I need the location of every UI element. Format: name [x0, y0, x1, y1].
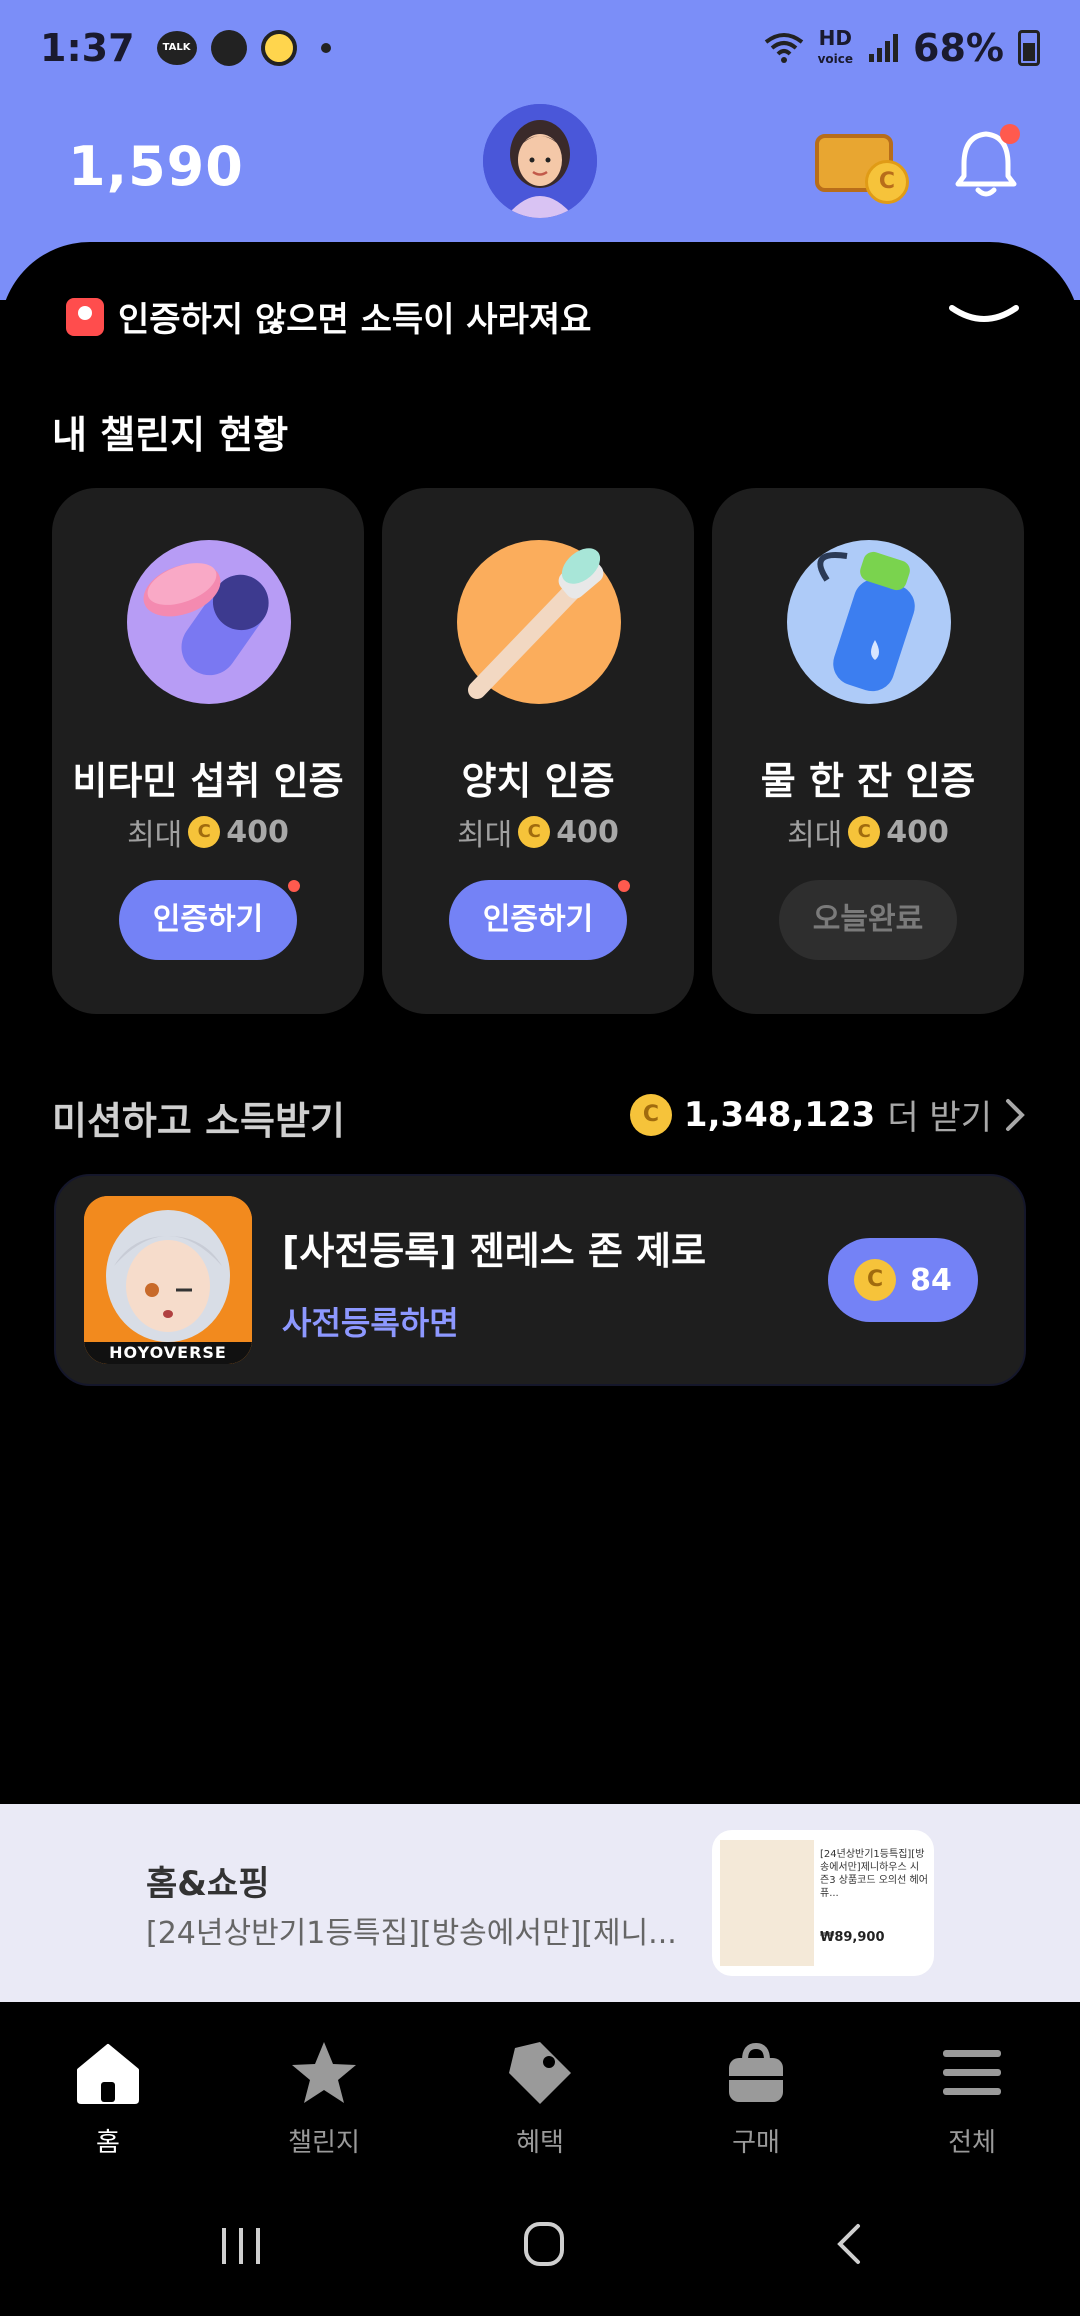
menu-icon — [943, 2050, 1001, 2095]
battery-icon — [1018, 30, 1040, 66]
status-notification-icons: TALK — [156, 22, 331, 74]
challenge-title: 양치 인증 — [461, 759, 615, 803]
coin-icon: C — [848, 816, 881, 848]
status-right-icons: HD voice 68% — [764, 26, 1040, 70]
alert-text: 인증하지 않으면 소득이 사라져요 — [118, 300, 592, 340]
toothbrush-icon — [457, 540, 621, 704]
brand-label: HOYOVERSE — [109, 1343, 227, 1362]
coin-icon: C — [188, 816, 221, 848]
kakaotalk-icon: TALK — [156, 31, 197, 65]
status-bar: 1:37 TALK HD voice 68% — [0, 0, 1080, 96]
more-label: 더 받기 — [887, 1098, 992, 1138]
challenge-reward: 최대 C 400 — [712, 810, 1024, 854]
coin-icon: C — [865, 160, 909, 204]
nav-home[interactable]: 홈 — [0, 2002, 216, 2178]
nav-benefits[interactable]: 혜택 — [432, 2002, 648, 2178]
notification-dot — [1000, 124, 1020, 144]
bottom-navigation: 홈 챌린지 혜택 구매 전체 — [0, 2002, 1080, 2178]
nav-label: 구매 — [732, 2128, 780, 2158]
nav-label: 혜택 — [516, 2128, 564, 2158]
reward-prefix: 최대 — [127, 818, 183, 853]
mission-total-amount: 1,348,123 — [683, 1094, 876, 1135]
avatar-illustration-icon — [483, 104, 597, 218]
bag-icon — [729, 2042, 783, 2102]
voice-label: voice — [817, 51, 854, 66]
chevron-right-icon — [1006, 1098, 1025, 1131]
star-icon — [292, 2042, 356, 2103]
mission-name: [사전등록] 젠레스 존 제로 — [282, 1229, 707, 1273]
reward-amount: 400 — [556, 814, 619, 850]
notifications-button[interactable] — [952, 124, 1020, 200]
mission-total-link[interactable]: C 1,348,123 더 받기 — [629, 1090, 1028, 1139]
back-icon[interactable] — [834, 2222, 864, 2266]
reward-amount: 400 — [886, 814, 949, 850]
new-indicator-dot — [288, 880, 300, 892]
points-balance[interactable]: 1,590 — [68, 135, 244, 198]
reward-prefix: 최대 — [787, 818, 843, 853]
signal-icon — [869, 34, 899, 62]
battery-percent: 68% — [913, 26, 1004, 70]
game-character-image — [84, 1196, 252, 1364]
mission-subtitle: 사전등록하면 — [282, 1304, 459, 1342]
challenge-card-brushing[interactable]: 양치 인증 최대 C 400 인증하기 — [382, 488, 694, 1014]
verification-alert[interactable]: 인증하지 않으면 소득이 사라져요 — [66, 292, 591, 341]
mission-reward-button[interactable]: C 84 — [828, 1238, 978, 1322]
game-thumbnail: HOYOVERSE — [84, 1196, 252, 1364]
system-navigation-bar — [0, 2178, 1080, 2316]
more-notifications-dot-icon — [320, 43, 331, 53]
ad-product-thumbnail: [24년상반기1등특집][방송에서만]제니하우스 시즌3 상품코드 오의선 헤어… — [712, 1830, 934, 1976]
ad-description: [24년상반기1등특집][방송에서만][제니... — [146, 1916, 677, 1951]
verify-button[interactable]: 인증하기 — [449, 880, 627, 960]
home-icon — [77, 2044, 139, 2104]
challenge-title: 비타민 섭취 인증 — [72, 759, 344, 803]
pill-app-icon — [203, 22, 254, 74]
wifi-icon — [764, 33, 803, 63]
reward-prefix: 최대 — [457, 818, 513, 853]
challenge-card-vitamin[interactable]: 비타민 섭취 인증 최대 C 400 인증하기 — [52, 488, 364, 1014]
coin-icon: C — [518, 816, 551, 848]
treasure-chest-button[interactable]: C — [815, 124, 909, 204]
nav-label: 챌린지 — [288, 2128, 360, 2158]
ad-thumb-text: [24년상반기1등특집][방송에서만]제니하우스 시즌3 상품코드 오의선 헤어… — [820, 1849, 928, 1899]
challenge-section-title: 내 챌린지 현황 — [52, 413, 289, 457]
nav-challenge[interactable]: 챌린지 — [216, 2002, 432, 2178]
chevron-down-icon[interactable] — [948, 300, 1020, 336]
nav-label: 홈 — [96, 2128, 120, 2158]
ad-banner[interactable]: 홈&쇼핑 [24년상반기1등특집][방송에서만][제니... [24년상반기1등… — [0, 1804, 1080, 2002]
mission-item[interactable]: HOYOVERSE [사전등록] 젠레스 존 제로 사전등록하면 C 84 — [54, 1174, 1026, 1386]
siren-icon — [66, 297, 104, 336]
completed-today-button[interactable]: 오늘완료 — [779, 880, 957, 960]
ad-title: 홈&쇼핑 — [146, 1864, 270, 1904]
vitamin-pill-icon — [127, 540, 291, 704]
coin-icon: C — [629, 1093, 672, 1136]
nav-purchase[interactable]: 구매 — [648, 2002, 864, 2178]
verify-button[interactable]: 인증하기 — [119, 880, 297, 960]
home-circle-icon[interactable] — [522, 2220, 566, 2268]
ad-thumb-price: ₩89,900 — [820, 1930, 885, 1945]
reward-amount: 400 — [226, 814, 289, 850]
hd-label: HD — [818, 25, 852, 50]
profile-avatar[interactable] — [483, 104, 597, 218]
main-sheet — [0, 242, 1080, 1802]
water-bottle-icon — [787, 540, 951, 704]
mission-reward-amount: 84 — [910, 1262, 952, 1298]
pill-app-icon-2 — [253, 22, 304, 74]
challenge-card-water[interactable]: 물 한 잔 인증 최대 C 400 오늘완료 — [712, 488, 1024, 1014]
tag-icon — [509, 2042, 571, 2104]
coin-icon: C — [854, 1259, 897, 1301]
new-indicator-dot — [618, 880, 630, 892]
mission-section-title: 미션하고 소득받기 — [52, 1099, 345, 1143]
recent-apps-icon[interactable] — [218, 2224, 264, 2268]
product-image — [720, 1840, 814, 1966]
hd-voice-icon: HD voice — [817, 25, 854, 68]
challenge-reward: 최대 C 400 — [52, 810, 364, 854]
nav-all[interactable]: 전체 — [864, 2002, 1080, 2178]
challenge-reward: 최대 C 400 — [382, 810, 694, 854]
status-time: 1:37 — [40, 26, 135, 70]
nav-label: 전체 — [948, 2128, 996, 2158]
challenge-title: 물 한 잔 인증 — [760, 759, 976, 803]
